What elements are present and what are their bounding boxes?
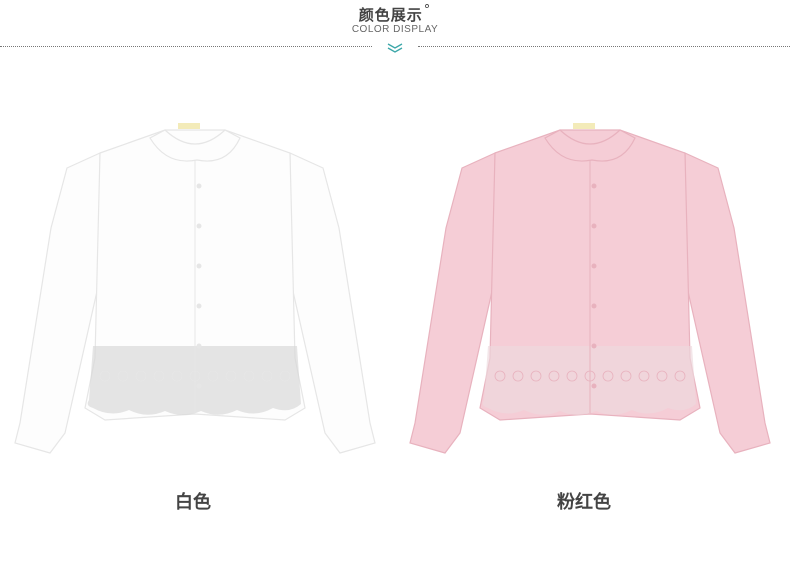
button bbox=[196, 383, 202, 389]
button bbox=[196, 263, 202, 269]
button bbox=[196, 183, 202, 189]
button bbox=[591, 343, 597, 349]
neck-tag bbox=[573, 123, 595, 129]
product-white-image[interactable] bbox=[5, 108, 385, 468]
double-chevron-down-icon bbox=[387, 43, 403, 53]
section-header: 颜色展示° COLOR DISPLAY bbox=[0, 0, 790, 70]
product-pink-image[interactable] bbox=[400, 108, 780, 468]
divider-left bbox=[0, 46, 372, 47]
color-label-pink: 粉红色 bbox=[557, 492, 611, 513]
button bbox=[591, 183, 597, 189]
button bbox=[196, 303, 202, 309]
button bbox=[591, 263, 597, 269]
section-title: 颜色展示° bbox=[0, 3, 790, 25]
button bbox=[591, 383, 597, 389]
neck-tag bbox=[178, 123, 200, 129]
divider-right bbox=[418, 46, 790, 47]
section-title-text: 颜色展示 bbox=[358, 6, 423, 24]
button bbox=[591, 223, 597, 229]
color-label-white: 白色 bbox=[175, 492, 211, 513]
white-shirt-image bbox=[14, 123, 376, 454]
degree-mark: ° bbox=[423, 3, 432, 18]
button bbox=[196, 343, 202, 349]
pink-shirt-image bbox=[409, 123, 771, 454]
section-subtitle: COLOR DISPLAY bbox=[351, 24, 439, 35]
button bbox=[196, 223, 202, 229]
button bbox=[591, 303, 597, 309]
